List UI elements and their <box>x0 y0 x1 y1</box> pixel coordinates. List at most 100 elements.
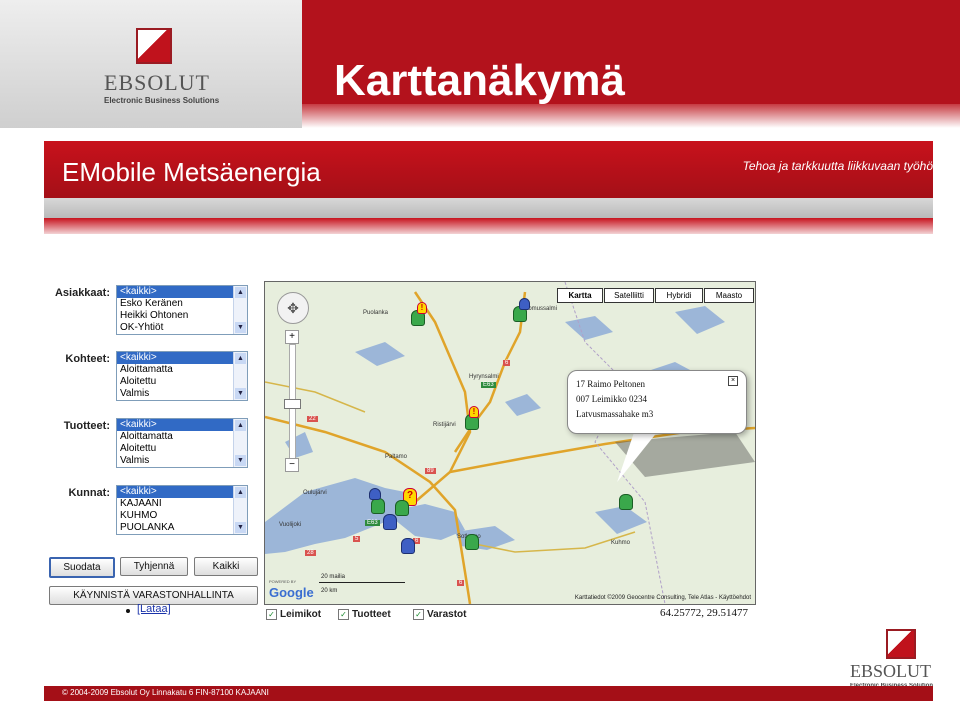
list-option[interactable]: Valmis <box>117 388 247 400</box>
sites-listbox[interactable]: <kaikki> Aloittamatta Aloitettu Valmis ▲… <box>116 351 248 401</box>
filter-label-customers: Asiakkaat: <box>54 287 110 299</box>
storage-marker-icon[interactable] <box>519 298 530 310</box>
layer-label: Leimikot <box>280 609 322 620</box>
zoom-slider-knob[interactable] <box>284 399 301 409</box>
logo-tagline: Electronic Business Solutions <box>104 96 220 105</box>
list-option[interactable]: <kaikki> <box>117 352 247 364</box>
all-button[interactable]: Kaikki <box>194 557 258 576</box>
app-title: EMobile Metsäenergia <box>62 157 321 187</box>
filter-label-sites: Kohteet: <box>65 353 110 365</box>
map-type-satellite[interactable]: Satelliitti <box>604 288 654 303</box>
google-logo[interactable]: Google <box>269 585 314 600</box>
site-marker-icon[interactable] <box>465 534 479 550</box>
route-sign: E63 <box>481 382 496 388</box>
map-attribution[interactable]: Karttatiedot ©2009 Geocentre Consulting,… <box>575 595 751 601</box>
list-option[interactable]: Aloitettu <box>117 376 247 388</box>
filter-button[interactable]: Suodata <box>49 557 115 578</box>
list-option[interactable]: KAJAANI <box>117 498 247 510</box>
route-sign: 6 <box>503 360 511 366</box>
storage-marker-icon[interactable] <box>401 538 415 554</box>
customers-listbox[interactable]: <kaikki> Esko Keränen Heikki Ohtonen OK-… <box>116 285 248 335</box>
pan-control-icon[interactable]: ✥ <box>277 292 309 324</box>
list-option[interactable]: Aloittamatta <box>117 431 247 443</box>
scale-km: 20 km <box>321 588 338 594</box>
zoom-out-icon[interactable]: − <box>285 458 299 472</box>
route-sign: 28 <box>305 550 316 556</box>
scroll-up-icon[interactable]: ▲ <box>235 287 246 298</box>
list-option[interactable]: <kaikki> <box>117 486 247 498</box>
scroll-up-icon[interactable]: ▲ <box>235 487 246 498</box>
list-option[interactable]: <kaikki> <box>117 286 247 298</box>
scroll-down-icon[interactable]: ▼ <box>235 388 246 399</box>
route-sign: 5 <box>353 536 361 542</box>
town-label: Kuhmo <box>611 540 631 546</box>
list-option[interactable]: OK-Yhtiöt <box>117 322 247 334</box>
storage-marker-icon[interactable] <box>369 488 381 500</box>
filter-label-products: Tuotteet: <box>63 420 110 432</box>
ebsolut-logo-mark <box>136 28 172 64</box>
list-option[interactable]: Aloitettu <box>117 443 247 455</box>
town-label: Hyrynsalmi <box>469 374 499 380</box>
route-sign: E63 <box>365 520 380 526</box>
clear-button[interactable]: Tyhjennä <box>120 557 188 576</box>
load-link[interactable]: [Lataa] <box>137 603 171 615</box>
bullet-icon <box>126 609 130 613</box>
logo-name: EBSOLUT <box>104 70 210 95</box>
ebsolut-logo-mark <box>886 629 916 659</box>
listbox-scrollbar[interactable]: ▲ ▼ <box>233 419 247 467</box>
list-option[interactable]: Esko Keränen <box>117 298 247 310</box>
header-band <box>44 198 933 218</box>
storage-marker-icon[interactable] <box>383 514 397 530</box>
map-type-hybrid[interactable]: Hybridi <box>655 288 703 303</box>
list-option[interactable]: Valmis <box>117 455 247 467</box>
scroll-down-icon[interactable]: ▼ <box>235 322 246 333</box>
selected-site-marker-icon[interactable] <box>619 494 633 510</box>
products-listbox[interactable]: <kaikki> Aloittamatta Aloitettu Valmis ▲… <box>116 418 248 468</box>
scroll-up-icon[interactable]: ▲ <box>235 353 246 364</box>
map-canvas <box>265 282 755 604</box>
town-label: Ristijärvi <box>433 422 456 428</box>
map-type-map[interactable]: Kartta <box>557 288 603 303</box>
layer-checkbox-tuotteet[interactable]: ✓ <box>338 609 349 620</box>
listbox-scrollbar[interactable]: ▲ ▼ <box>233 486 247 534</box>
layer-checkbox-leimikot[interactable]: ✓ <box>266 609 277 620</box>
list-option[interactable]: Aloittamatta <box>117 364 247 376</box>
popup-line: 007 Leimikko 0234 <box>576 394 647 404</box>
app-tagline: Tehoa ja tarkkuutta liikkuvaan työhö <box>742 159 933 173</box>
scale-miles: 20 mailia <box>321 574 346 580</box>
layer-checkbox-varastot[interactable]: ✓ <box>413 609 424 620</box>
app-header: EMobile Metsäenergia Tehoa ja tarkkuutta… <box>44 141 933 198</box>
logo-panel: EBSOLUT Electronic Business Solutions <box>0 0 302 128</box>
scroll-up-icon[interactable]: ▲ <box>235 420 246 431</box>
close-icon[interactable]: × <box>728 376 738 386</box>
list-option[interactable]: KUHMO <box>117 510 247 522</box>
popup-line: 17 Raimo Peltonen <box>576 379 645 389</box>
route-sign: 89 <box>425 468 436 474</box>
footer-text: © 2004-2009 Ebsolut Oy Linnakatu 6 FIN-8… <box>62 688 269 697</box>
municipalities-listbox[interactable]: <kaikki> KAJAANI KUHMO PUOLANKA ▲ ▼ <box>116 485 248 535</box>
list-option[interactable]: PUOLANKA <box>117 522 247 534</box>
warning-marker-icon[interactable]: ! <box>417 302 427 314</box>
map-type-terrain[interactable]: Maasto <box>704 288 754 303</box>
site-marker-icon[interactable] <box>395 500 409 516</box>
scroll-down-icon[interactable]: ▼ <box>235 522 246 533</box>
town-label: Vuolijoki <box>279 522 302 528</box>
map-view[interactable]: Kartta Satelliitti Hybridi Maasto ✥ + − … <box>264 281 756 605</box>
app-window: EMobile Metsäenergia Tehoa ja tarkkuutta… <box>44 141 933 701</box>
logo-name: EBSOLUT <box>850 661 931 681</box>
scale-bar <box>319 582 405 583</box>
zoom-in-icon[interactable]: + <box>285 330 299 344</box>
list-option[interactable]: Heikki Ohtonen <box>117 310 247 322</box>
filter-label-municipalities: Kunnat: <box>68 487 110 499</box>
warning-marker-icon[interactable]: ! <box>469 406 479 418</box>
site-marker-icon[interactable] <box>371 498 385 514</box>
header-band-red <box>44 218 933 234</box>
listbox-scrollbar[interactable]: ▲ ▼ <box>233 352 247 400</box>
route-sign: 6 <box>457 580 465 586</box>
scroll-down-icon[interactable]: ▼ <box>235 455 246 466</box>
info-popup: × 17 Raimo Peltonen 007 Leimikko 0234 La… <box>567 370 747 434</box>
layer-label: Varastot <box>427 609 467 620</box>
footer-bar: © 2004-2009 Ebsolut Oy Linnakatu 6 FIN-8… <box>44 686 933 701</box>
listbox-scrollbar[interactable]: ▲ ▼ <box>233 286 247 334</box>
list-option[interactable]: <kaikki> <box>117 419 247 431</box>
